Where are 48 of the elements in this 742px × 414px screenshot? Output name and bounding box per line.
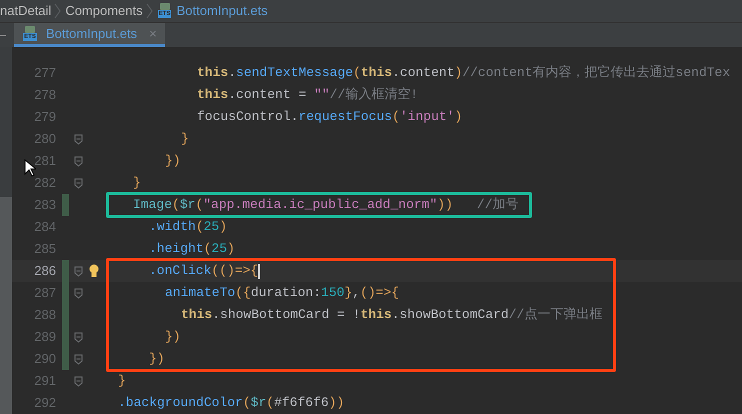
breadcrumb-item[interactable]: Compoments [65, 1, 143, 21]
line-number: 285 [34, 240, 56, 258]
code-line: .height(25) [149, 240, 235, 258]
lightbulb-icon[interactable] [88, 264, 100, 278]
fold-icon[interactable] [74, 376, 82, 386]
code-line: } [118, 372, 126, 390]
fold-icon[interactable] [74, 332, 82, 342]
chevron-icon [54, 3, 62, 19]
code-line: this.showBottomCard = !this.showBottomCard//点一下弹出框 [181, 306, 602, 324]
line-number: 280 [34, 130, 56, 148]
line-number: 289 [34, 328, 56, 346]
line-number: 282 [34, 174, 56, 192]
line-number: 292 [34, 394, 56, 412]
line-number: 278 [34, 86, 56, 104]
fold-icon[interactable] [74, 134, 82, 144]
chevron-icon [146, 3, 154, 19]
line-number: 281 [34, 152, 56, 170]
mouse-pointer-icon [24, 159, 36, 177]
code-line: }) [165, 328, 181, 346]
code-line: Image($r("app.media.ic_public_add_norm")) //加号 [133, 196, 519, 214]
code-line: } [133, 174, 141, 192]
line-number: 284 [34, 218, 56, 236]
breadcrumb-item[interactable]: natDetail [0, 1, 52, 21]
code-line: this.sendTextMessage(this.content)//content有内容，把它传出去通过sendTex [197, 64, 730, 82]
tab-label: BottomInput.ets [46, 24, 138, 43]
breadcrumb-item[interactable]: BottomInput.ets [176, 1, 268, 21]
code-line: animateTo({duration:150},()=>{ [165, 284, 400, 302]
line-number: 277 [34, 64, 56, 82]
fold-icon[interactable] [74, 178, 82, 188]
code-line: .width(25) [149, 218, 228, 236]
fold-icon[interactable] [74, 156, 82, 166]
line-number: 283 [34, 196, 56, 214]
line-number: 287 [34, 284, 56, 302]
fold-icon[interactable] [74, 288, 82, 298]
code-line: } [181, 130, 189, 148]
line-number: 288 [34, 306, 56, 324]
line-number: 291 [34, 372, 56, 390]
code-line: this.content = ""//输入框清空! [197, 86, 418, 104]
fold-icon[interactable] [74, 266, 82, 276]
code-line: .backgroundColor($r(#f6f6f6)) [118, 394, 344, 412]
code-line: }) [165, 152, 181, 170]
line-number: 279 [34, 108, 56, 126]
line-number: 290 [34, 350, 56, 368]
code-line: .onClick(()=>{ [149, 262, 258, 280]
fold-icon[interactable] [74, 354, 82, 364]
code-line: focusControl.requestFocus('input') [197, 108, 462, 126]
line-number: 286 [34, 262, 56, 280]
code-line: }) [149, 350, 165, 368]
